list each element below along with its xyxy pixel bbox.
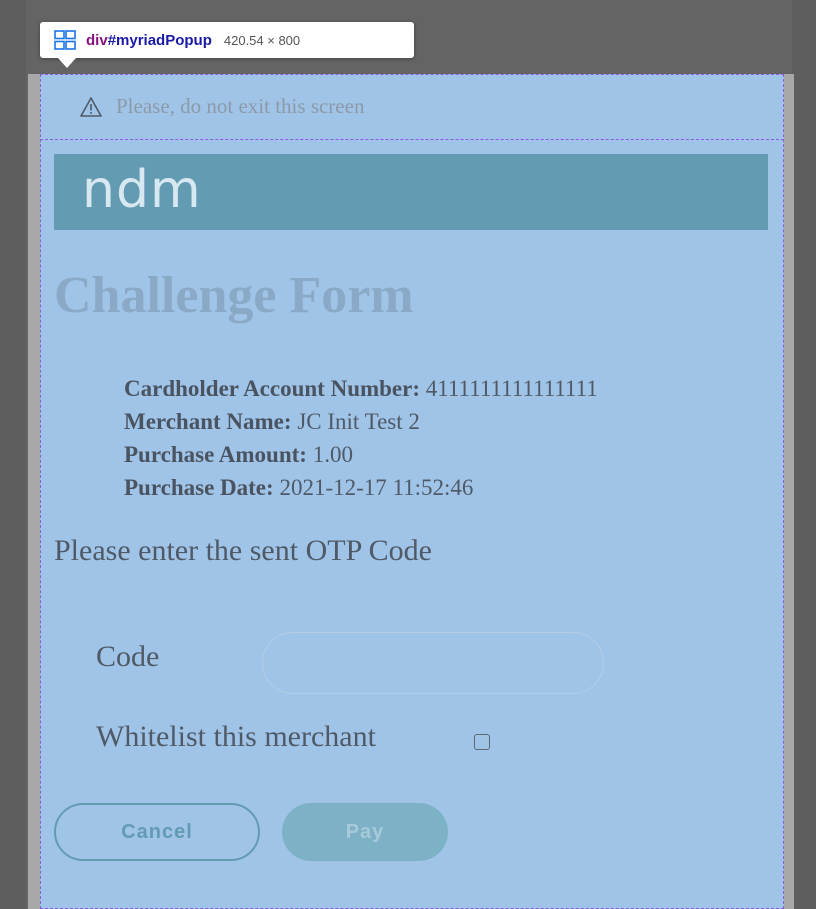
tooltip-tag: div [86,31,108,49]
detail-row-amount: Purchase Amount: 1.00 [124,438,598,471]
background-right [792,0,816,909]
page-title: Challenge Form [54,267,414,324]
transaction-details: Cardholder Account Number: 4111111111111… [124,372,598,504]
detail-value: 2021-12-17 11:52:46 [279,475,474,500]
detail-label: Purchase Amount: [124,442,307,467]
logo-bar: ndm [54,154,768,230]
whitelist-label: Whitelist this merchant [96,720,376,753]
code-label: Code [96,640,160,673]
ndm-logo: ndm [82,160,202,220]
detail-label: Purchase Date: [124,475,274,500]
otp-code-input[interactable] [262,632,604,694]
detail-label: Merchant Name: [124,409,292,434]
background-left [0,0,26,909]
tooltip-id: #myriadPopup [107,31,212,49]
detail-value: JC Init Test 2 [297,409,420,434]
warning-bar: Please, do not exit this screen [40,74,784,140]
otp-prompt: Please enter the sent OTP Code [54,534,432,567]
grid-layout-icon [54,30,76,50]
whitelist-checkbox[interactable] [474,734,490,750]
pay-button[interactable]: Pay [282,803,448,861]
warning-icon [80,96,102,117]
cancel-button[interactable]: Cancel [54,803,260,861]
detail-value: 4111111111111111 [425,376,598,401]
tooltip-size: 420.54 × 800 [223,32,301,48]
detail-value: 1.00 [312,442,353,467]
devtools-element-tooltip: div #myriadPopup 420.54 × 800 [40,22,414,58]
detail-row-account: Cardholder Account Number: 4111111111111… [124,372,598,405]
detail-row-merchant: Merchant Name: JC Init Test 2 [124,405,598,438]
detail-label: Cardholder Account Number: [124,376,421,401]
myriad-popup: Please, do not exit this screen ndm Chal… [40,74,784,909]
detail-row-date: Purchase Date: 2021-12-17 11:52:46 [124,471,598,504]
tooltip-arrow [58,58,76,68]
warning-text: Please, do not exit this screen [116,94,365,118]
